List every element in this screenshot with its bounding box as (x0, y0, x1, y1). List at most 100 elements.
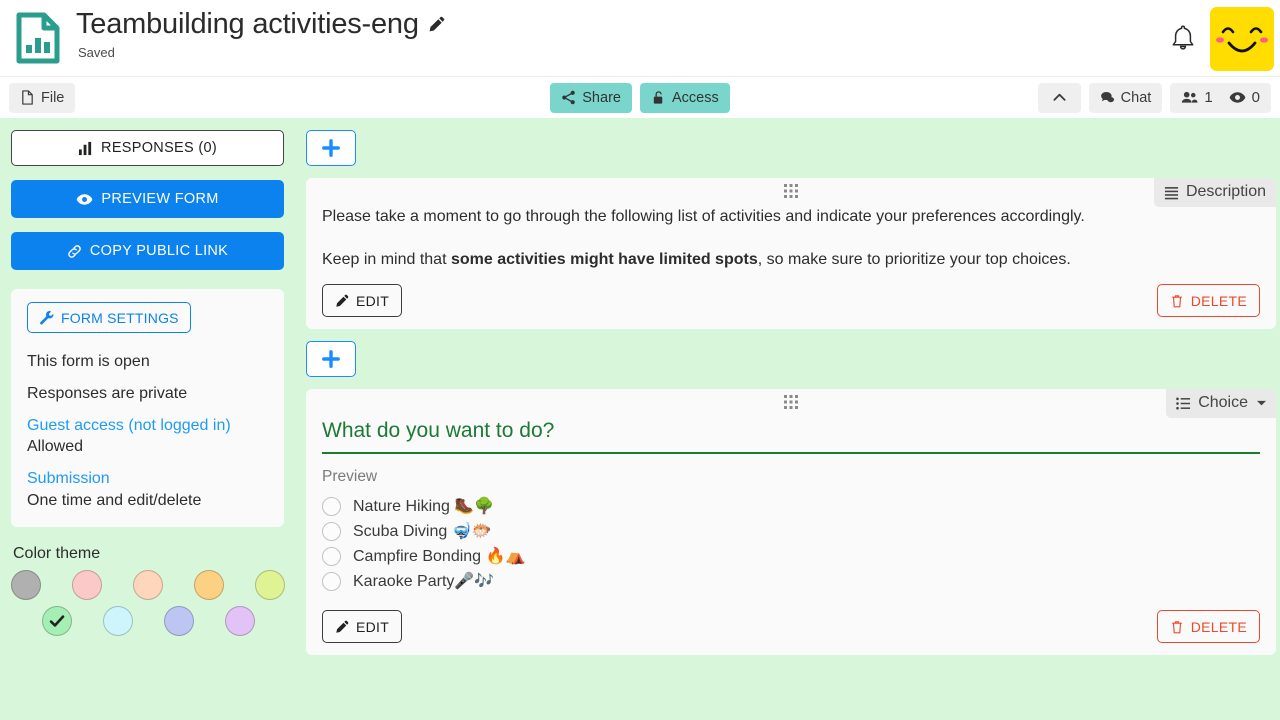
question-title: What do you want to do? (322, 417, 1260, 455)
header-right-group (1156, 0, 1280, 71)
avatar[interactable] (1210, 7, 1274, 71)
radio-button[interactable] (322, 521, 341, 541)
file-icon (22, 90, 33, 105)
app-logo[interactable] (0, 0, 76, 76)
responses-button[interactable]: RESPONSES (0) (11, 130, 284, 166)
drag-grid-icon[interactable] (784, 395, 798, 410)
main-area: RESPONSES (0) PREVIEW FORM COPY PUBLIC L… (0, 118, 1280, 719)
presence-counts[interactable]: 1 0 (1170, 82, 1271, 113)
share-icon (562, 90, 576, 105)
radio-button[interactable] (322, 496, 341, 516)
color-swatch[interactable] (164, 606, 194, 637)
color-swatch[interactable] (11, 570, 41, 601)
users-count: 1 (1204, 89, 1213, 106)
radio-button[interactable] (322, 571, 341, 591)
wrench-icon (40, 310, 54, 325)
page-title: Teambuilding activities-eng (76, 8, 419, 40)
sidebar: RESPONSES (0) PREVIEW FORM COPY PUBLIC L… (0, 118, 296, 642)
notifications-button[interactable] (1156, 8, 1210, 70)
element-type-label: Description (1185, 183, 1266, 200)
setting-submission-link[interactable]: Submission (27, 469, 268, 490)
collapse-header-button[interactable] (1037, 82, 1081, 113)
color-theme-row-2 (11, 606, 284, 637)
delete-button[interactable]: DELETE (1156, 284, 1260, 318)
copy-public-link-button[interactable]: COPY PUBLIC LINK (11, 232, 284, 270)
access-button[interactable]: Access (639, 82, 730, 113)
share-button[interactable]: Share (550, 82, 632, 113)
description-body: Please take a moment to go through the f… (306, 206, 1276, 270)
title-block: Teambuilding activities-eng Saved (76, 0, 1156, 60)
list-bullets-icon (1176, 397, 1191, 410)
plus-icon (322, 350, 340, 369)
chat-button[interactable]: Chat (1088, 82, 1163, 113)
element-type-badge-choice[interactable]: Choice (1166, 389, 1276, 419)
users-count-group: 1 (1181, 89, 1213, 106)
form-settings-label: FORM SETTINGS (61, 309, 179, 326)
choice-body: What do you want to do? Preview Nature H… (306, 417, 1276, 591)
pencil-icon (336, 294, 349, 307)
app-header: Teambuilding activities-eng Saved (0, 0, 1280, 76)
description-actions: EDIT DELETE (306, 270, 1276, 319)
color-swatch[interactable] (72, 570, 102, 601)
choice-option-label: Scuba Diving 🤿🐡 (353, 523, 492, 541)
main-toolbar: File Share Access Chat 1 0 (0, 76, 1280, 118)
drag-grid-icon[interactable] (784, 184, 798, 198)
edit-button[interactable]: EDIT (322, 610, 403, 644)
form-element-description: Description Please take a moment to go t… (306, 178, 1276, 330)
choice-option[interactable]: Campfire Bonding 🔥⛺ (322, 546, 1260, 566)
trash-icon (1171, 620, 1182, 634)
chat-bubble-icon (1100, 91, 1114, 103)
choice-option-label: Campfire Bonding 🔥⛺ (353, 548, 526, 566)
bar-chart-icon (78, 141, 92, 155)
toolbar-right-group: Chat 1 0 (1037, 82, 1271, 113)
radio-button[interactable] (322, 546, 341, 566)
responses-label: RESPONSES (0) (101, 140, 217, 156)
choice-option[interactable]: Karaoke Party🎤🎶 (322, 571, 1260, 591)
link-icon (68, 244, 81, 258)
color-swatch[interactable] (225, 606, 255, 637)
chat-label: Chat (1120, 89, 1152, 106)
preview-form-button[interactable]: PREVIEW FORM (11, 180, 284, 218)
bell-icon (1172, 25, 1194, 50)
form-settings-button[interactable]: FORM SETTINGS (27, 302, 191, 333)
color-swatch-selected[interactable] (42, 606, 72, 637)
choice-option-label: Nature Hiking 🥾🌳 (353, 498, 495, 516)
choice-actions: EDIT DELETE (306, 596, 1276, 645)
preview-label: Preview (322, 468, 378, 486)
color-swatch[interactable] (255, 570, 285, 601)
edit-label: EDIT (356, 292, 390, 309)
delete-label: DELETE (1190, 618, 1247, 635)
setting-guest-access-link[interactable]: Guest access (not logged in) (27, 416, 268, 437)
form-settings-card: FORM SETTINGS This form is open Response… (11, 289, 284, 528)
choice-option[interactable]: Scuba Diving 🤿🐡 (322, 521, 1260, 541)
eye-icon (1229, 92, 1245, 103)
pencil-icon (336, 620, 349, 633)
color-swatch[interactable] (194, 570, 224, 601)
share-label: Share (582, 89, 621, 106)
choice-option-label: Karaoke Party🎤🎶 (353, 573, 495, 591)
file-chart-icon (16, 12, 60, 64)
check-icon (49, 615, 65, 628)
delete-button[interactable]: DELETE (1156, 610, 1260, 644)
choice-option[interactable]: Nature Hiking 🥾🌳 (322, 496, 1260, 516)
file-menu-button[interactable]: File (9, 82, 76, 113)
pencil-icon[interactable] (428, 16, 445, 33)
chevron-up-icon (1053, 93, 1066, 101)
element-type-badge-description[interactable]: Description (1153, 178, 1276, 207)
add-element-button-middle[interactable] (306, 341, 356, 378)
save-status: Saved (78, 44, 115, 60)
description-paragraph-2: Keep in mind that some activities might … (322, 250, 1071, 268)
copy-public-link-label: COPY PUBLIC LINK (89, 243, 229, 259)
trash-icon (1171, 294, 1182, 308)
color-swatch[interactable] (133, 570, 163, 601)
form-canvas: Description Please take a moment to go t… (296, 118, 1280, 667)
add-element-button-top[interactable] (306, 130, 356, 166)
edit-button[interactable]: EDIT (322, 284, 403, 318)
edit-label: EDIT (356, 618, 390, 635)
lock-open-icon (653, 91, 663, 104)
setting-form-open: This form is open (27, 353, 150, 370)
card-header: Description (306, 178, 1276, 207)
views-count: 0 (1251, 89, 1260, 106)
description-paragraph-1: Please take a moment to go through the f… (322, 208, 1085, 225)
color-swatch[interactable] (103, 606, 133, 637)
